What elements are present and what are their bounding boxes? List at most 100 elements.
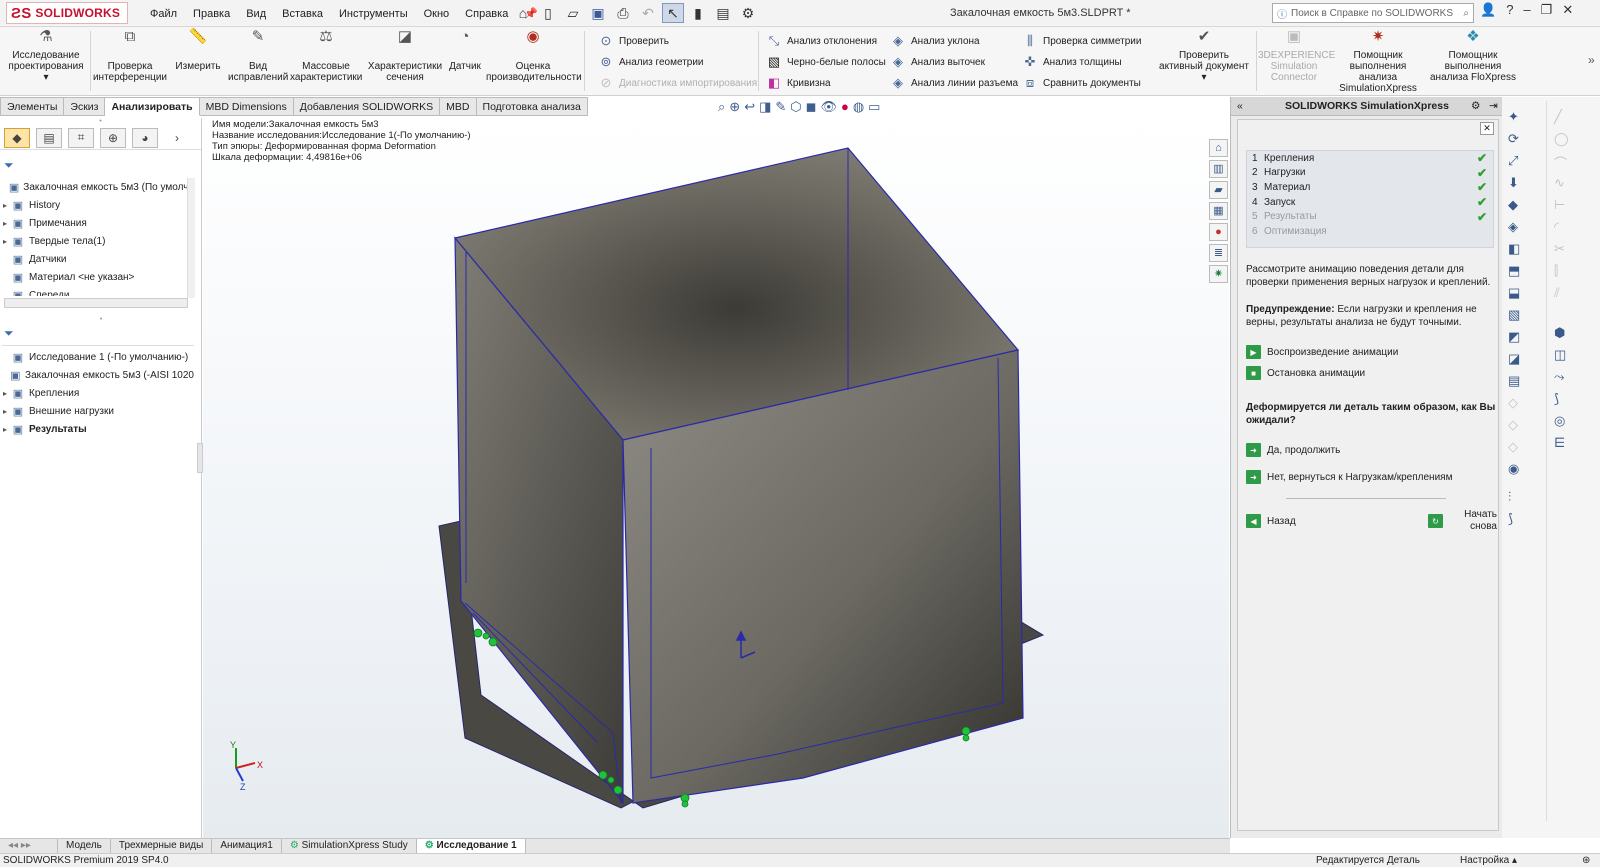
probe-tool-icon[interactable]: ◇ — [1508, 395, 1518, 411]
mass-properties-button[interactable]: ⚖ Массовые характеристики — [290, 29, 362, 83]
study-tree-item[interactable]: ▣ Исследование 1 (-По умолчанию-) — [0, 348, 194, 366]
print-icon[interactable]: ⎙ — [612, 3, 634, 23]
undercut-analysis-button[interactable]: ◈ Анализ выточек — [890, 54, 985, 70]
display-style-icon[interactable]: ◼ — [806, 99, 817, 115]
graphics-area[interactable]: Y X Z — [203, 118, 1463, 838]
collapse-panel-icon[interactable]: « — [1237, 97, 1243, 116]
pressure-tool-icon[interactable]: ◆ — [1508, 197, 1518, 213]
animate-tool-icon[interactable]: ◇ — [1508, 417, 1518, 433]
sketch-circle-icon[interactable]: ◯ — [1554, 131, 1569, 147]
pin-panel-icon[interactable]: ⇥ — [1489, 97, 1498, 116]
run-tool-icon[interactable]: ⬓ — [1508, 285, 1520, 301]
menu-file[interactable]: Файл — [150, 8, 177, 20]
optimize-tool-icon[interactable]: ◉ — [1508, 461, 1519, 477]
menu-window[interactable]: Окно — [424, 8, 450, 20]
options-gear-icon[interactable]: ⚙ — [737, 3, 759, 23]
solidworks-logo[interactable]: ƧS SOLIDWORKS — [6, 2, 128, 24]
study-tree-item[interactable]: ▸ ▣ Крепления — [0, 384, 194, 402]
sensor-button[interactable]: ◔ Датчик — [446, 29, 484, 72]
feature-tree-scrollbar[interactable] — [187, 178, 195, 298]
feature-tree-item[interactable]: ▸ ▣ Примечания — [0, 214, 194, 232]
tab-evaluate[interactable]: Анализировать — [105, 97, 200, 116]
thickness-analysis-button[interactable]: ✜ Анализ толщины — [1022, 54, 1122, 70]
force-tool-icon[interactable]: ⬇ — [1508, 175, 1519, 191]
tab-3d-views[interactable]: Трехмерные виды — [111, 838, 213, 854]
file-properties-icon[interactable]: ▤ — [712, 3, 734, 23]
symmetry-check-button[interactable]: ⫼ Проверка симметрии — [1022, 33, 1141, 49]
feature-tree-item[interactable]: ▣ Датчики — [0, 250, 194, 268]
sensor-tool-icon[interactable]: ⫶ — [1508, 489, 1511, 505]
customize-menu[interactable]: Настройка ▴ — [1460, 854, 1517, 867]
zoom-area-icon[interactable]: ⊕ — [729, 99, 740, 115]
loft-icon[interactable]: ⟆ — [1554, 391, 1559, 407]
feature-tree-item[interactable]: ▸ ▣ History — [0, 196, 194, 214]
design-study-button[interactable]: ⚗ Исследование проектирования ▾ — [6, 29, 86, 83]
previous-view-icon[interactable]: ↩ — [744, 99, 755, 115]
wizard-step[interactable]: 2 Нагрузки ✔ — [1247, 166, 1493, 181]
panel-options-gear-icon[interactable]: ⚙ — [1471, 97, 1480, 116]
tank-model[interactable] — [438, 147, 1045, 809]
check-button[interactable]: ⊙ Проверить — [598, 33, 669, 49]
wizard-step[interactable]: 4 Запуск ✔ — [1247, 195, 1493, 210]
display-manager-tab-icon[interactable]: ◕ — [132, 127, 158, 148]
curvature-button[interactable]: ◧ Кривизна — [766, 75, 831, 91]
study-filter-icon[interactable]: ⏷ — [2, 326, 194, 346]
study-tree-item[interactable]: ▣ Закалочная емкость 5м3 (-AISI 1020 — [0, 366, 194, 384]
3dexperience-connector-button[interactable]: ▣ 3DEXPERIENCE Simulation Connector — [1258, 29, 1335, 83]
deviation-analysis-button[interactable]: ⤡ Анализ отклонения — [766, 33, 877, 49]
tab-features[interactable]: Элементы — [0, 97, 65, 116]
stop-animation-link[interactable]: ■ Остановка анимации — [1246, 366, 1365, 380]
tab-simulationxpress-study[interactable]: ⚙ SimulationXpress Study — [282, 838, 417, 854]
save-icon[interactable]: ▣ — [587, 3, 609, 23]
solidworks-resources-icon[interactable]: ⌂ — [1209, 139, 1228, 157]
expand-arrow-icon[interactable]: ▸ — [0, 237, 10, 246]
dimxpert-tab-icon[interactable]: ⊕ — [100, 127, 126, 148]
rib-icon[interactable]: ⋿ — [1554, 435, 1565, 451]
sketch-mirror-icon[interactable]: ⫿ — [1554, 263, 1558, 279]
interference-button[interactable]: ⧉ Проверка интерференции — [92, 29, 168, 83]
tab-mbd-dimensions[interactable]: MBD Dimensions — [199, 97, 294, 116]
view-orientation-icon[interactable]: ⬡ — [790, 99, 801, 115]
zebra-stripes-button[interactable]: ▧ Черно-белые полосы — [766, 54, 886, 70]
mesh-tool-icon[interactable]: ⬒ — [1508, 263, 1520, 279]
parting-line-analysis-button[interactable]: ◈ Анализ линии разъема — [890, 75, 1018, 91]
draft-analysis-button[interactable]: ◈ Анализ уклона — [890, 33, 980, 49]
search-icon[interactable]: ⌕ — [1463, 8, 1469, 19]
restore-icon[interactable]: ❐ — [1541, 2, 1553, 18]
tab-animation1[interactable]: Анимация1 — [212, 838, 282, 854]
wizard-step[interactable]: 6 Оптимизация — [1247, 224, 1493, 239]
new-document-icon[interactable]: ▯ — [537, 3, 559, 23]
sketch-spline-icon[interactable]: ∿ — [1554, 175, 1565, 191]
expand-arrow-icon[interactable]: ▸ — [0, 219, 10, 228]
extrude-icon[interactable]: ⬢ — [1554, 325, 1565, 341]
menu-tools[interactable]: Инструменты — [339, 8, 408, 20]
yes-continue-link[interactable]: ➜ Да, продолжить — [1246, 443, 1340, 457]
load-tool-icon[interactable]: ⟳ — [1508, 131, 1519, 147]
revolve-icon[interactable]: ◫ — [1554, 347, 1566, 363]
spring-tool-icon[interactable]: ⤢ — [1508, 153, 1518, 169]
section-properties-button[interactable]: ◪ Характеристики сечения — [366, 29, 444, 83]
feature-tree-item[interactable]: ▣ Материал <не указан> — [0, 268, 194, 286]
feature-tree-hscrollbar[interactable] — [4, 298, 188, 308]
sketch-fillet-icon[interactable]: ◜ — [1554, 219, 1559, 235]
open-icon[interactable]: ▱ — [562, 3, 584, 23]
study-tree-item[interactable]: ▸ ▣ Внешние нагрузки — [0, 402, 194, 420]
view-settings-icon[interactable]: ▭ — [868, 99, 880, 115]
menu-help[interactable]: Справка — [465, 8, 508, 20]
feature-tree-item[interactable]: ▸ ▣ Твердые тела(1) — [0, 232, 194, 250]
hide-show-icon[interactable]: 👁 — [820, 99, 837, 115]
play-animation-link[interactable]: ▶ Воспроизведение анимации — [1246, 345, 1398, 359]
user-icon[interactable]: 👤 — [1480, 2, 1496, 18]
revision-view-button[interactable]: ✎ Вид исправлений — [228, 29, 288, 83]
custom-properties-icon[interactable]: ≣ — [1209, 244, 1228, 262]
menu-insert[interactable]: Вставка — [282, 8, 323, 20]
compare-tool-icon[interactable]: ◇ — [1508, 439, 1518, 455]
performance-button[interactable]: ◉ Оценка производительности — [486, 29, 582, 83]
view-palette-icon[interactable]: ▦ — [1209, 202, 1228, 220]
minimize-icon[interactable]: – — [1523, 2, 1530, 18]
sketch-offset-icon[interactable]: ⫽ — [1554, 285, 1560, 301]
menu-edit[interactable]: Правка — [193, 8, 230, 20]
feature-tree-item[interactable]: ▣ Закалочная емкость 5м3 (По умолча — [0, 178, 194, 196]
fixture-tool-icon[interactable]: ✦ — [1508, 109, 1519, 125]
sketch-arc-icon[interactable]: ⌒ — [1554, 153, 1567, 172]
